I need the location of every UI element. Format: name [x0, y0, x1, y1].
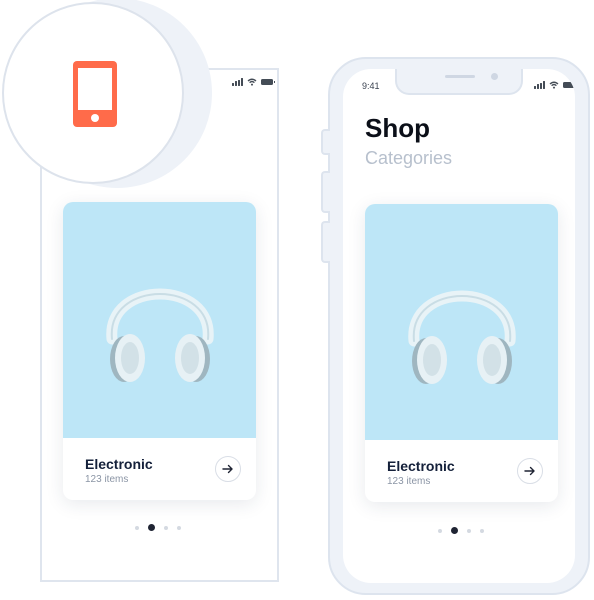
card-item-count: 123 items: [85, 474, 129, 485]
volume-up-button: [321, 171, 330, 213]
headphones-icon: [408, 290, 516, 384]
arrow-right-icon: [524, 466, 535, 476]
wifi-icon: [247, 78, 257, 86]
mute-switch: [321, 129, 330, 155]
phone-screen: 9:41 Shop Categories Electronic 123 item…: [343, 69, 575, 583]
open-category-button[interactable]: [517, 458, 543, 484]
arrow-right-icon: [222, 464, 233, 474]
card-image: [365, 204, 558, 440]
page-dot[interactable]: [438, 528, 442, 533]
status-time: 9:41: [362, 81, 380, 91]
status-bar-icons: [232, 78, 275, 86]
battery-icon: [261, 79, 275, 85]
card-item-count: 123 items: [387, 476, 431, 487]
phone-mockup: 9:41 Shop Categories Electronic 123 item…: [321, 57, 590, 595]
open-category-button[interactable]: [215, 456, 241, 482]
mockup-canvas: Electronic 123 items 9:41 Shop Categorie…: [0, 0, 594, 600]
battery-icon: [563, 82, 575, 88]
magnifier-callout: [2, 2, 184, 184]
page-title: Shop: [365, 113, 430, 143]
page-subtitle: Categories: [365, 148, 453, 168]
page-dot-active[interactable]: [148, 524, 155, 531]
page-dot[interactable]: [135, 525, 139, 530]
headphones-icon: [106, 288, 214, 382]
category-card[interactable]: Electronic 123 items: [63, 202, 256, 500]
page-dot[interactable]: [177, 525, 181, 530]
page-indicator: [135, 524, 181, 531]
page-dot[interactable]: [480, 528, 484, 533]
card-title: Electronic: [85, 456, 153, 472]
card-image: [63, 202, 256, 438]
page-dot[interactable]: [467, 528, 471, 533]
signal-icon: [232, 78, 243, 86]
speaker: [445, 75, 475, 78]
volume-down-button: [321, 221, 330, 263]
page-indicator: [438, 527, 484, 534]
page-dot-active[interactable]: [451, 527, 458, 534]
card-title: Electronic: [387, 458, 455, 474]
wifi-icon: [549, 81, 559, 89]
page-dot[interactable]: [164, 525, 168, 530]
signal-icon: [534, 81, 545, 89]
smartphone-icon: [73, 61, 117, 127]
status-bar-icons: [534, 81, 575, 89]
category-card[interactable]: Electronic 123 items: [365, 204, 558, 502]
camera: [491, 73, 498, 80]
notch: [395, 69, 523, 95]
